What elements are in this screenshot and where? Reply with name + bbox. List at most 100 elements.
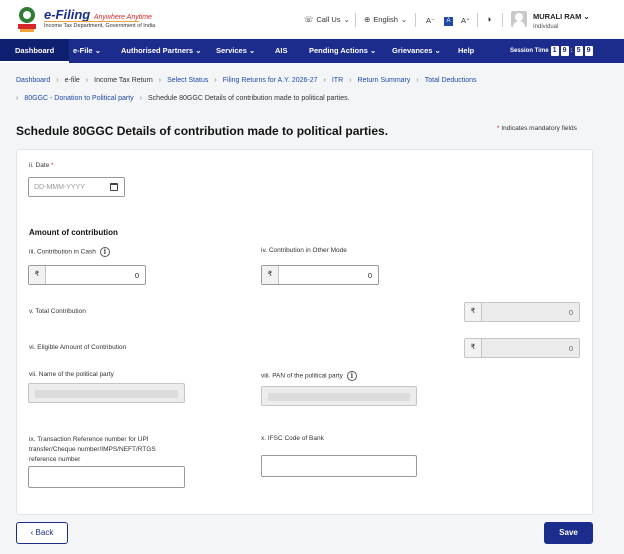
avatar[interactable] (511, 11, 527, 27)
ifsc-input[interactable] (261, 455, 417, 477)
transaction-reference-input[interactable] (28, 466, 185, 488)
nav-efile[interactable]: e-File ⌄ (73, 39, 101, 63)
rupee-icon: ₹ (29, 266, 46, 284)
font-decrease-button[interactable]: A⁻ (426, 16, 435, 25)
chevron-down-icon: ⌄ (343, 15, 350, 24)
required-asterisk: * (497, 125, 500, 132)
nav-help[interactable]: Help (458, 39, 474, 63)
chevron-right-icon: › (416, 77, 419, 84)
party-name-label: vii. Name of the political party (29, 371, 114, 378)
crumb-efile: e-file (64, 77, 80, 84)
date-input[interactable]: DD-MMM-YYYY (28, 177, 125, 197)
font-normal-button[interactable]: A (444, 17, 453, 26)
session-digit: 9 (584, 46, 593, 56)
cash-amount-value: 0 (134, 271, 139, 280)
nav-grievances[interactable]: Grievances ⌄ (392, 39, 441, 63)
crumb-current-page: Schedule 80GGC Details of contribution m… (148, 95, 350, 102)
date-placeholder: DD-MMM-YYYY (34, 184, 85, 191)
amount-section-title: Amount of contribution (29, 228, 118, 237)
crumb-dashboard[interactable]: Dashboard (16, 77, 50, 84)
brand-subtitle: Income Tax Department, Government of Ind… (44, 23, 156, 29)
language-menu[interactable]: ⊕ English ⌄ (364, 15, 407, 24)
chevron-down-icon: ⌄ (400, 15, 408, 24)
party-pan-label: viii. PAN of the political party i (261, 371, 357, 381)
party-name-redacted (35, 390, 178, 398)
brand-title: e-Filing Anywhere Anytime (44, 7, 152, 22)
cash-label: iii. Contribution in Cash i (29, 247, 110, 257)
other-mode-amount-value: 0 (367, 271, 372, 280)
crumb-income-tax-return: Income Tax Return (94, 77, 153, 84)
required-asterisk: * (51, 162, 54, 169)
nav-dashboard[interactable]: Dashboard (0, 39, 70, 63)
user-name: MURALI RAM (533, 12, 582, 21)
other-mode-amount-input[interactable]: ₹ 0 (261, 265, 379, 285)
date-label: ii. Date * (29, 162, 54, 169)
emblem-icon (18, 7, 36, 32)
cash-amount-input[interactable]: ₹ 0 (28, 265, 146, 285)
call-us-label: Call Us (316, 15, 341, 24)
chevron-right-icon: › (158, 77, 162, 84)
page-title: Schedule 80GGC Details of contribution m… (16, 124, 389, 138)
session-digit: 9 (560, 46, 569, 56)
party-pan-redacted (268, 393, 410, 401)
info-icon[interactable]: i (99, 247, 110, 257)
party-name-field (28, 383, 185, 403)
info-icon[interactable]: i (346, 371, 357, 381)
back-button[interactable]: ‹ Back (16, 522, 68, 544)
chevron-down-icon: ⌄ (583, 12, 590, 21)
transaction-reference-label: ix. Transaction Reference number for UPI… (29, 436, 156, 463)
main-nav: Dashboard e-File ⌄ Authorised Partners ⌄… (0, 39, 624, 63)
chevron-left-icon: ‹ (30, 528, 34, 537)
mandatory-note: * Indicates mandatory fields (497, 125, 577, 132)
contrast-icon: ◑ (486, 14, 492, 24)
session-digit: 1 (550, 46, 559, 56)
back-label: Back (35, 528, 54, 537)
session-colon: : (570, 48, 573, 54)
crumb-filing-returns[interactable]: Filing Returns for A.Y. 2026-27 (223, 77, 318, 84)
chevron-down-icon: ⌄ (248, 46, 256, 55)
nav-ais[interactable]: AIS (275, 39, 288, 63)
crumb-itr[interactable]: ITR (332, 77, 343, 84)
rupee-icon: ₹ (465, 339, 482, 357)
save-button[interactable]: Save (544, 522, 593, 544)
top-header: e-Filing Anywhere Anytime Income Tax Dep… (0, 0, 624, 38)
calendar-icon[interactable] (110, 183, 118, 191)
other-mode-label: iv. Contribution in Other Mode (261, 247, 347, 254)
nav-services[interactable]: Services ⌄ (216, 39, 255, 63)
mandatory-note-text: Indicates mandatory fields (501, 125, 577, 132)
rupee-icon: ₹ (465, 303, 482, 321)
nav-pending-actions[interactable]: Pending Actions ⌄ (309, 39, 376, 63)
chevron-right-icon: › (16, 95, 19, 102)
chevron-right-icon: › (139, 95, 143, 102)
header-divider (355, 13, 356, 27)
crumb-80ggc[interactable]: 80GGC - Donation to Political party (24, 95, 133, 102)
chevron-down-icon: ⌄ (195, 46, 202, 55)
eligible-amount-label: vi. Eligible Amount of Contribution (29, 344, 127, 351)
user-menu[interactable]: MURALI RAM ⌄ (533, 12, 590, 21)
session-label: Session Time (510, 48, 549, 54)
header-divider (502, 13, 503, 27)
rupee-icon: ₹ (262, 266, 279, 284)
chevron-down-icon: ⌄ (369, 46, 377, 55)
brand-underline (44, 21, 139, 22)
chevron-right-icon: › (323, 77, 326, 84)
font-increase-button[interactable]: A⁺ (461, 16, 470, 25)
chevron-right-icon: › (56, 77, 59, 84)
crumb-total-deductions[interactable]: Total Deductions (425, 77, 477, 84)
efiling-logo[interactable]: e-Filing Anywhere Anytime Income Tax Dep… (14, 6, 155, 34)
party-pan-field (261, 386, 417, 406)
crumb-return-summary[interactable]: Return Summary (357, 77, 410, 84)
chevron-right-icon: › (214, 77, 217, 84)
user-role: Individual (533, 24, 559, 30)
nav-authorised-partners[interactable]: Authorised Partners ⌄ (121, 39, 202, 63)
crumb-select-status[interactable]: Select Status (167, 77, 208, 84)
chevron-down-icon: ⌄ (434, 46, 441, 55)
header-divider (415, 13, 416, 27)
total-contribution-label: v. Total Contribution (29, 308, 86, 315)
contrast-toggle[interactable]: ◑ (486, 14, 491, 24)
ifsc-label: x. IFSC Code of Bank (261, 435, 324, 442)
phone-icon: ☏ (304, 15, 314, 24)
session-digit: 5 (574, 46, 583, 56)
call-us-menu[interactable]: ☏ Call Us ⌄ (304, 15, 350, 24)
total-contribution-value: 0 (568, 308, 573, 317)
